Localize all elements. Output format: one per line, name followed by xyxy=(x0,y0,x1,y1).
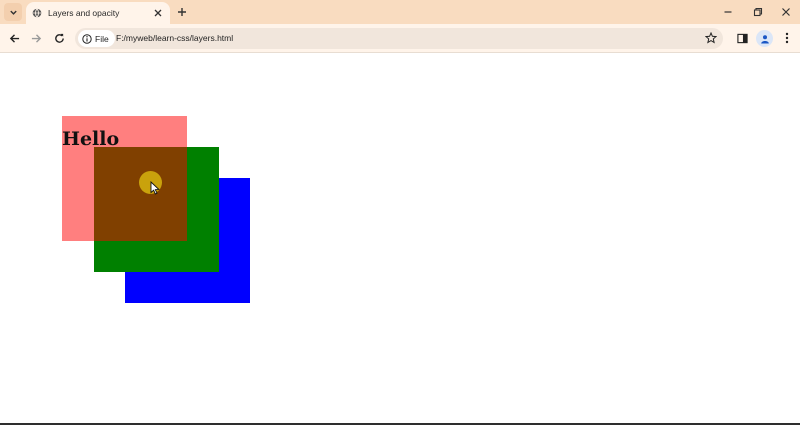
reload-button[interactable] xyxy=(51,30,67,46)
hello-heading: Hello xyxy=(62,128,120,150)
more-vert-icon xyxy=(785,32,789,44)
side-panel-button[interactable] xyxy=(734,30,750,46)
restore-icon xyxy=(753,7,763,17)
site-info-label: File xyxy=(95,33,109,44)
arrow-left-icon xyxy=(9,33,19,43)
tab-search-button[interactable] xyxy=(4,3,22,21)
minimize-button[interactable] xyxy=(720,4,736,20)
side-panel-icon xyxy=(736,33,748,43)
forward-button[interactable] xyxy=(28,30,44,46)
person-icon xyxy=(760,34,769,43)
mouse-pointer-icon xyxy=(150,181,160,195)
tab-title: Layers and opacity xyxy=(48,8,120,18)
tab-close-icon[interactable] xyxy=(152,7,164,19)
site-info-chip[interactable]: File xyxy=(78,30,115,47)
minimize-icon xyxy=(724,11,732,13)
chevron-down-icon xyxy=(9,10,17,15)
restore-button[interactable] xyxy=(750,4,766,20)
globe-icon xyxy=(32,8,42,18)
menu-button[interactable] xyxy=(779,30,795,46)
profile-avatar[interactable] xyxy=(756,30,773,47)
browser-tab[interactable]: Layers and opacity xyxy=(26,2,170,24)
url-text[interactable]: F:/myweb/learn-css/layers.html xyxy=(116,28,233,49)
new-tab-button[interactable] xyxy=(175,5,189,19)
close-window-button[interactable] xyxy=(778,4,794,20)
reload-icon xyxy=(54,33,64,43)
back-button[interactable] xyxy=(6,30,22,46)
page-viewport: Hello xyxy=(0,54,800,425)
red-box: Hello xyxy=(62,116,187,241)
star-icon xyxy=(705,32,717,44)
tab-strip: Layers and opacity xyxy=(0,0,800,24)
info-icon xyxy=(82,33,92,44)
bookmark-button[interactable] xyxy=(704,31,718,45)
arrow-right-icon xyxy=(31,33,41,43)
address-bar[interactable]: File F:/myweb/learn-css/layers.html xyxy=(75,28,723,49)
close-icon xyxy=(782,8,790,16)
browser-toolbar: File F:/myweb/learn-css/layers.html xyxy=(0,24,800,53)
plus-icon xyxy=(178,8,186,16)
